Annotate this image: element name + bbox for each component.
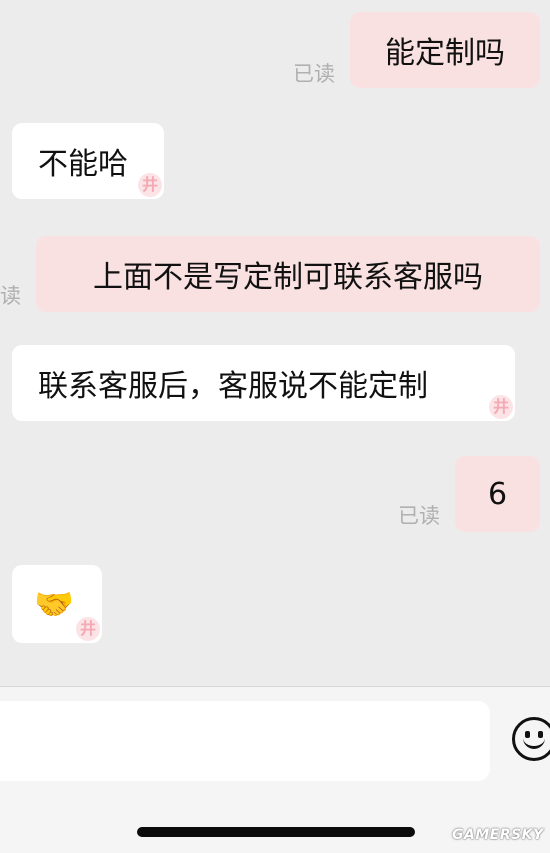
handshake-emoji: 🤝: [34, 585, 74, 623]
smiley-mouth: [523, 736, 545, 749]
read-receipt: 已读: [398, 504, 440, 528]
sticker-stamp-icon: 井: [138, 173, 162, 197]
message-input-bar: GAMERSKY: [0, 686, 550, 853]
watermark: GAMERSKY: [452, 827, 544, 843]
message-bubble-outgoing[interactable]: 能定制吗: [350, 12, 540, 88]
message-text: 上面不是写定制可联系客服吗: [93, 260, 483, 295]
read-receipt-partial: 读: [0, 284, 21, 308]
message-text: 能定制吗: [385, 36, 505, 71]
smiley-face-icon[interactable]: [512, 717, 550, 761]
read-receipt: 已读: [293, 62, 335, 86]
message-bubble-incoming[interactable]: 🤝 井: [12, 565, 102, 643]
chat-area: 已读 能定制吗 不能哈 井 读 上面不是写定制可联系客服吗 联系客服后，客服说不…: [0, 0, 550, 686]
message-bubble-incoming[interactable]: 联系客服后，客服说不能定制 井: [12, 345, 515, 421]
message-bubble-outgoing[interactable]: 6: [455, 456, 540, 532]
message-text: 6: [487, 476, 508, 512]
message-text: 不能哈: [38, 147, 128, 182]
sticker-stamp-icon: 井: [76, 617, 100, 641]
sticker-stamp-icon: 井: [489, 395, 513, 419]
message-bubble-incoming[interactable]: 不能哈 井: [12, 123, 164, 199]
home-indicator[interactable]: [137, 827, 415, 837]
message-bubble-outgoing[interactable]: 上面不是写定制可联系客服吗: [36, 236, 540, 312]
message-text: 联系客服后，客服说不能定制: [38, 369, 428, 404]
message-input[interactable]: [0, 701, 490, 781]
